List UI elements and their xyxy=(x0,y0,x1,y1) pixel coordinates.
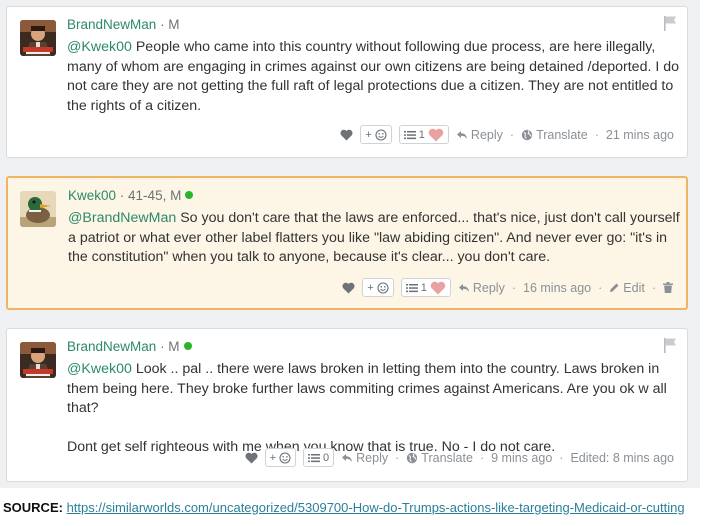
reply-link[interactable]: Reply xyxy=(341,451,388,465)
add-reaction-button[interactable]: + xyxy=(264,448,297,467)
translate-link[interactable]: Translate xyxy=(406,451,473,465)
separator: · xyxy=(598,280,603,295)
comment-card: BrandNewMan · M @Kwek00 People who came … xyxy=(6,6,688,158)
reaction-count: 1 xyxy=(420,281,427,294)
heart-icon[interactable] xyxy=(245,452,258,464)
comment-thread: BrandNewMan · M @Kwek00 People who came … xyxy=(0,0,700,488)
pencil-icon xyxy=(610,283,619,292)
reaction-count: 0 xyxy=(323,451,330,464)
add-reaction-button[interactable]: + xyxy=(360,125,392,144)
add-reaction-label: + xyxy=(365,128,372,141)
separator: · xyxy=(395,450,400,465)
timestamp: 21 mins ago xyxy=(605,127,674,142)
author-meta: · 41-45, M xyxy=(119,188,182,203)
reply-label: Reply xyxy=(472,280,505,295)
reply-icon xyxy=(458,283,469,292)
mention-link[interactable]: @BrandNewMan xyxy=(68,210,176,226)
reactions-list-button[interactable]: 0 xyxy=(303,448,335,467)
add-reaction-label: + xyxy=(367,281,374,294)
comment-card: BrandNewMan · M @Kwek00 Look .. pal .. t… xyxy=(6,328,688,482)
mention-link[interactable]: @Kwek00 xyxy=(67,39,132,55)
reaction-count: 1 xyxy=(418,128,425,141)
trash-icon[interactable] xyxy=(663,282,673,293)
avatar[interactable] xyxy=(20,20,56,56)
list-icon xyxy=(403,130,416,139)
globe-icon xyxy=(521,129,533,140)
reply-icon xyxy=(456,130,467,139)
reply-label: Reply xyxy=(356,450,389,465)
edited-timestamp: Edited: 8 mins ago xyxy=(570,450,674,465)
edit-label: Edit xyxy=(623,280,645,295)
list-icon xyxy=(405,283,418,292)
source-label: SOURCE: xyxy=(3,500,63,515)
smiley-icon xyxy=(375,128,387,141)
source-line: SOURCE: https://similarworlds.com/uncate… xyxy=(3,500,685,515)
comment-card-highlighted: Kwek00 · 41-45, M @BrandNewMan So you do… xyxy=(6,176,688,310)
comment-text: Look .. pal .. there were laws broken in… xyxy=(67,361,667,416)
add-reaction-label: + xyxy=(269,451,277,464)
online-indicator xyxy=(183,342,192,350)
comment-body: @Kwek00 People who came into this countr… xyxy=(67,38,679,116)
separator: · xyxy=(511,280,516,295)
translate-link[interactable]: Translate xyxy=(521,128,588,142)
separator: · xyxy=(479,450,485,465)
reactions-list-button[interactable]: 1 xyxy=(398,125,449,144)
author-name[interactable]: BrandNewMan xyxy=(67,339,156,354)
online-indicator xyxy=(185,191,194,199)
separator: · xyxy=(594,127,599,142)
reactions-list-button[interactable]: 1 xyxy=(400,278,451,297)
love-reaction-icon xyxy=(430,281,446,294)
separator: · xyxy=(509,127,515,142)
comment-body: @Kwek00 Look .. pal .. there were laws b… xyxy=(67,360,679,457)
separator: · xyxy=(559,450,564,465)
author-name[interactable]: BrandNewMan xyxy=(67,17,156,32)
edit-link[interactable]: Edit xyxy=(609,281,645,295)
comment-text: People who came into this country withou… xyxy=(67,39,680,114)
timestamp: 16 mins ago xyxy=(523,280,592,295)
reply-link[interactable]: Reply xyxy=(456,128,503,142)
flag-icon[interactable] xyxy=(663,337,677,353)
source-link[interactable]: https://similarworlds.com/uncategorized/… xyxy=(67,500,685,515)
reply-link[interactable]: Reply xyxy=(458,281,505,295)
author-name[interactable]: Kwek00 xyxy=(68,188,116,203)
author-meta: · M xyxy=(160,17,180,32)
heart-icon[interactable] xyxy=(342,282,355,294)
mention-link[interactable]: @Kwek00 xyxy=(67,361,132,377)
author-meta: · M xyxy=(160,339,180,354)
translate-label: Translate xyxy=(421,450,473,465)
heart-icon[interactable] xyxy=(340,129,353,141)
reply-icon xyxy=(342,453,353,462)
comment-actions: + 1 Reply · 16 mins ago · Edit · xyxy=(342,278,673,297)
comment-actions: + 1 Reply · Translate · 21 mins ago xyxy=(340,125,674,144)
separator: · xyxy=(651,280,656,295)
comment-header: Kwek00 · 41-45, M xyxy=(68,188,194,203)
comment-header: BrandNewMan · M xyxy=(67,17,180,32)
timestamp: 9 mins ago xyxy=(491,450,553,465)
globe-icon xyxy=(407,452,418,463)
comment-body: @BrandNewMan So you don't care that the … xyxy=(68,209,680,268)
reply-label: Reply xyxy=(470,127,503,142)
list-icon xyxy=(308,453,321,462)
love-reaction-icon xyxy=(428,128,444,141)
comment-actions: + 0 Reply · Translate · 9 mins ago · Edi… xyxy=(245,448,674,467)
avatar[interactable] xyxy=(20,342,56,378)
comment-header: BrandNewMan · M xyxy=(67,339,192,354)
add-reaction-button[interactable]: + xyxy=(362,278,394,297)
smiley-icon xyxy=(377,281,389,294)
smiley-icon xyxy=(279,451,291,464)
translate-label: Translate xyxy=(536,127,588,142)
avatar[interactable] xyxy=(20,191,56,227)
flag-icon[interactable] xyxy=(663,15,677,31)
